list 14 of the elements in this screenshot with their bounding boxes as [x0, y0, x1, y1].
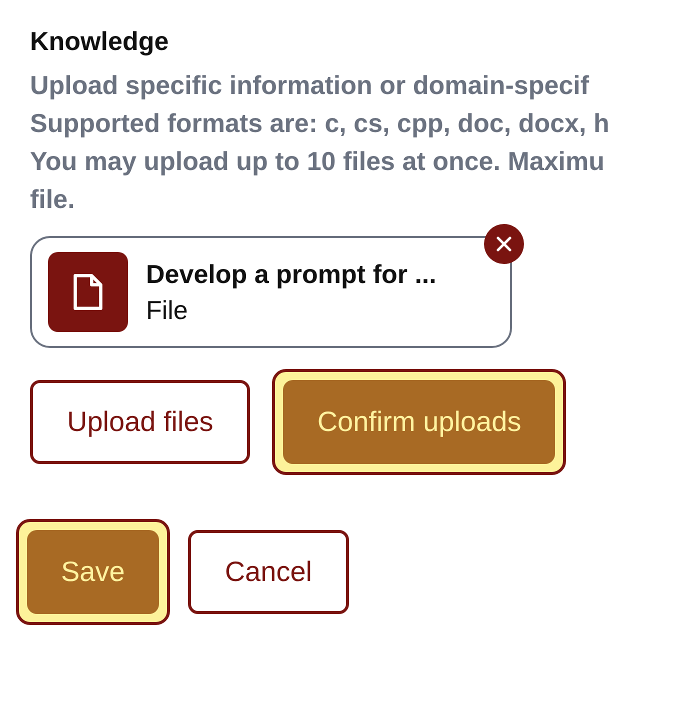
secondary-button[interactable]: Cancel — [188, 530, 349, 614]
close-icon[interactable] — [495, 235, 513, 253]
section-title: Knowledge — [30, 25, 169, 58]
file-name: Develop a prompt for ... — [146, 258, 436, 291]
file-type: File — [146, 294, 189, 327]
file-icon — [48, 252, 128, 332]
description-text: file. — [30, 183, 75, 216]
secondary-button[interactable]: Upload files — [30, 380, 250, 464]
primary-button[interactable]: Confirm uploads — [283, 380, 556, 464]
primary-button[interactable]: Save — [27, 530, 159, 614]
description-text: You may upload up to 10 files at once. Maximu — [30, 145, 605, 178]
description-text: Supported formats are: c, cs, cpp, doc, docx, h — [30, 107, 610, 140]
remove-file-button[interactable] — [484, 224, 524, 264]
description-text: Upload specific information or domain-specif — [30, 69, 590, 102]
